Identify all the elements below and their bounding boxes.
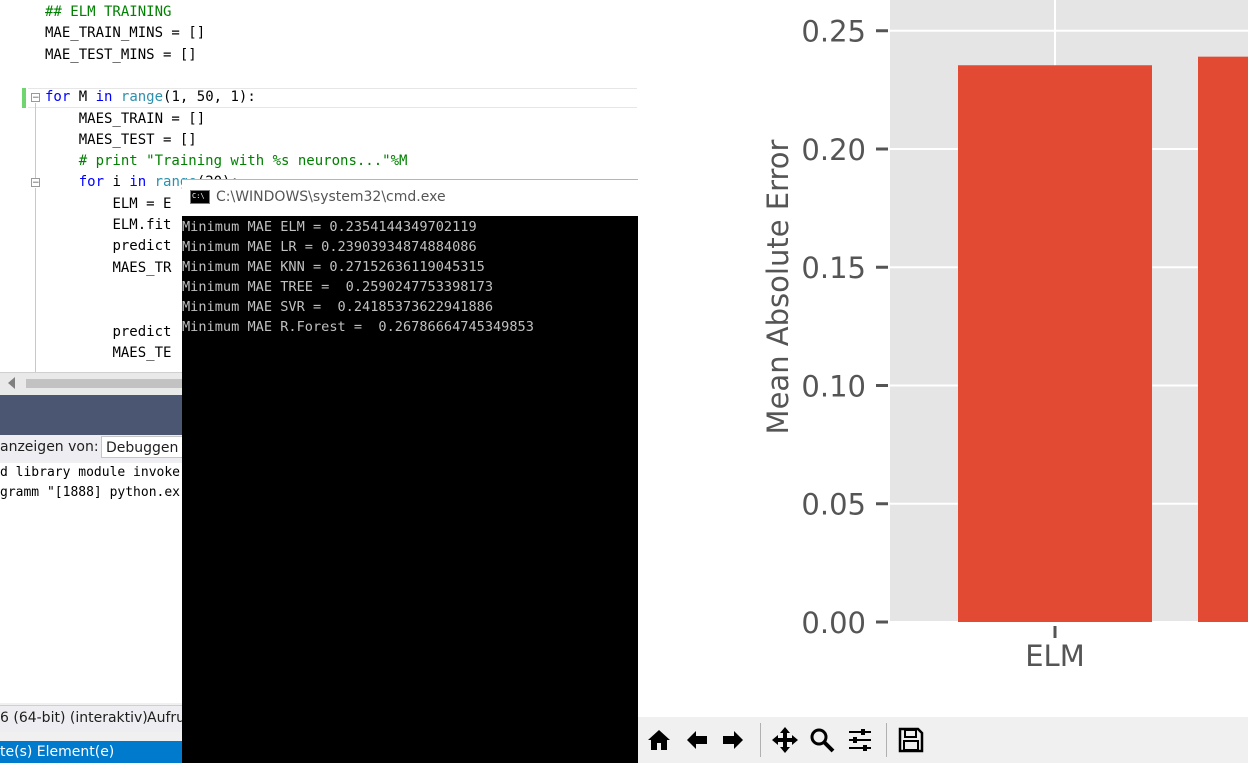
code-token: MAES_TE [112,344,172,361]
code-line: MAE_TEST_MINS = [] [45,45,197,66]
code-token: MAE_TRAIN_MINS = [] [45,25,206,42]
code-line: # print "Training with %s neurons..."%M [45,151,408,172]
output-pane: anzeigen von: Debuggen d library module … [0,395,182,763]
bar-lr [1198,56,1248,622]
console-line: Minimum MAE KNN = 0.27152636119045315 [182,259,485,275]
code-line: predict [45,236,171,257]
fold-guide [35,188,36,372]
code-token: in [95,89,113,106]
back-arrow-icon[interactable] [680,723,714,757]
tab-call-stack[interactable]: Aufru [147,710,182,726]
code-token: # print "Training with %s neurons..."%M [78,153,408,170]
console-line: Minimum MAE R.Forest = 0.267866647453498… [182,319,534,335]
y-tick-label: 0.05 [801,488,866,522]
change-marker [22,88,26,108]
show-output-from-label: anzeigen von: [0,439,99,455]
code-line: predict [45,322,171,343]
code-line: MAES_TEST = [] [45,130,197,151]
code-token: in [129,174,147,191]
home-icon[interactable] [642,723,676,757]
console-line: Minimum MAE ELM = 0.2354144349702119 [182,219,477,235]
code-token: MAES_TR [112,259,172,276]
status-bar: te(s) Element(e) [0,741,182,763]
fold-guide [35,103,36,178]
console-line: Minimum MAE LR = 0.23903934874884086 [182,239,477,255]
fold-collapse-icon[interactable]: − [31,178,40,188]
output-line: d library module invoke [0,465,181,480]
code-line: MAES_TRAIN = [] [45,109,205,130]
code-line: MAES_TE [45,343,171,364]
x-tick-label: ELM [1025,639,1085,673]
y-tick-label: 0.20 [801,133,866,167]
code-token: range [120,89,164,106]
toolbar-separator [760,723,761,757]
code-token: predict [112,323,172,340]
pan-icon[interactable] [768,723,802,757]
scroll-left-icon[interactable] [8,377,15,389]
bar-elm [958,65,1152,623]
code-token: MAES_TRAIN = [] [78,110,206,127]
console-line: Minimum MAE TREE = 0.2590247753398173 [182,279,493,295]
tab-python-interactive[interactable]: 6 (64-bit) (interaktiv) [0,710,148,726]
code-token: MAES_TEST = [] [78,131,197,148]
configure-subplots-icon[interactable] [843,723,877,757]
code-token: ## ELM TRAINING [45,4,172,20]
y-axis-label: Mean Absolute Error [761,139,795,434]
cmd-title: C:\WINDOWS\system32\cmd.exe [216,189,446,205]
bar-chart: 0.00 0.05 0.10 0.15 0.20 0.25 ELM Mean Absolute… [761,0,1248,673]
fold-collapse-icon[interactable]: − [31,93,40,103]
code-token: for [78,174,105,191]
y-tick-label: 0.25 [801,15,866,49]
output-line: gramm "[1888] python.ex [0,485,181,500]
output-pane-header [0,395,182,435]
output-source-select[interactable]: Debuggen [101,436,182,458]
code-token: for [45,89,71,106]
code-line: ELM = E [45,194,171,215]
y-tick-label: 0.10 [801,369,866,403]
code-token: predict [112,238,172,255]
save-icon[interactable] [894,723,928,757]
code-token: M [70,89,96,106]
code-token: i [104,174,130,191]
code-token: ELM.fit [112,217,172,233]
code-line: ELM.fit [45,215,171,236]
code-line: MAE_TRAIN_MINS = [] [45,23,205,44]
cmd-titlebar[interactable]: C:\ C:\WINDOWS\system32\cmd.exe [182,179,638,216]
y-tick-label: 0.00 [801,606,866,640]
code-token: ELM = E [112,195,172,212]
scroll-thumb[interactable] [26,379,182,388]
code-line: MAES_TR [45,258,171,279]
code-token: MAE_TEST_MINS = [] [45,46,197,63]
figure-window: 0.00 0.05 0.10 0.15 0.20 0.25 ELM Mean Absolute… [638,0,1248,763]
output-tabs: 6 (64-bit) (interaktiv) Aufru [0,705,182,732]
cmd-icon: C:\ [190,190,210,204]
plot-toolbar [638,717,1248,763]
console-line: Minimum MAE SVR = 0.24185373622941886 [182,299,493,315]
y-tick-label: 0.15 [801,251,866,285]
cmd-window[interactable]: C:\ C:\WINDOWS\system32\cmd.exe Minimum … [182,179,638,763]
zoom-icon[interactable] [805,723,839,757]
code-token: (1, 50, 1): [163,89,256,106]
toolbar-separator [886,723,887,757]
output-text[interactable]: d library module invoke gramm "[1888] py… [0,463,182,703]
status-text: te(s) Element(e) [0,744,115,760]
code-line: ## ELM TRAINING [45,2,171,23]
forward-arrow-icon[interactable] [716,723,750,757]
code-line: for M in range(1, 50, 1): [45,87,256,108]
